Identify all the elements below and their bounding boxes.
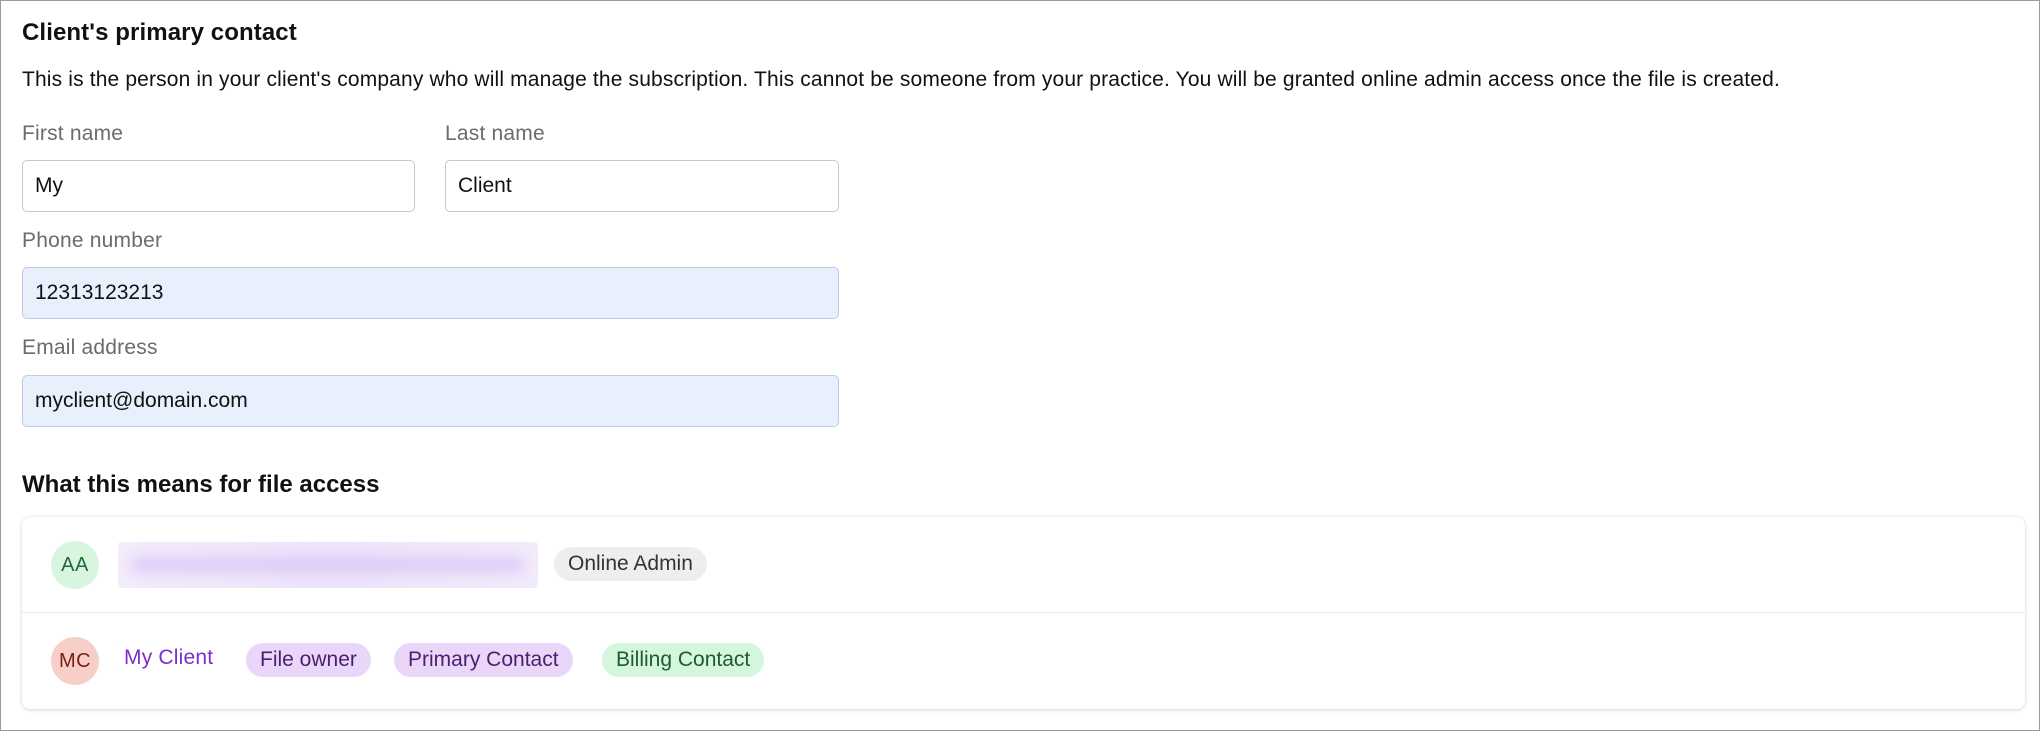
role-badge-online-admin: Online Admin bbox=[554, 547, 707, 581]
phone-number-input[interactable] bbox=[22, 267, 839, 319]
list-item: MC My Client File owner Primary Contact … bbox=[22, 613, 2025, 709]
list-item: AA Online Admin bbox=[22, 517, 2025, 613]
role-badge-file-owner: File owner bbox=[246, 643, 371, 677]
primary-contact-panel: Client's primary contact This is the per… bbox=[0, 0, 2040, 731]
email-address-label: Email address bbox=[22, 336, 158, 359]
avatar: AA bbox=[51, 541, 99, 589]
first-name-label: First name bbox=[22, 122, 124, 145]
avatar: MC bbox=[51, 637, 99, 685]
redacted-user-name bbox=[118, 542, 538, 588]
email-address-input[interactable] bbox=[22, 375, 839, 427]
first-name-input[interactable] bbox=[22, 160, 415, 212]
section-title-primary-contact: Client's primary contact bbox=[22, 19, 297, 46]
file-access-card: AA Online Admin MC My Client File owner … bbox=[22, 517, 2025, 709]
last-name-label: Last name bbox=[445, 122, 545, 145]
role-badge-primary-contact: Primary Contact bbox=[394, 643, 573, 677]
role-badge-billing-contact: Billing Contact bbox=[602, 643, 765, 677]
last-name-input[interactable] bbox=[445, 160, 839, 212]
primary-contact-description: This is the person in your client's comp… bbox=[22, 68, 1780, 91]
phone-number-label: Phone number bbox=[22, 229, 163, 252]
section-title-file-access: What this means for file access bbox=[22, 471, 380, 498]
user-name-link[interactable]: My Client bbox=[124, 646, 213, 670]
